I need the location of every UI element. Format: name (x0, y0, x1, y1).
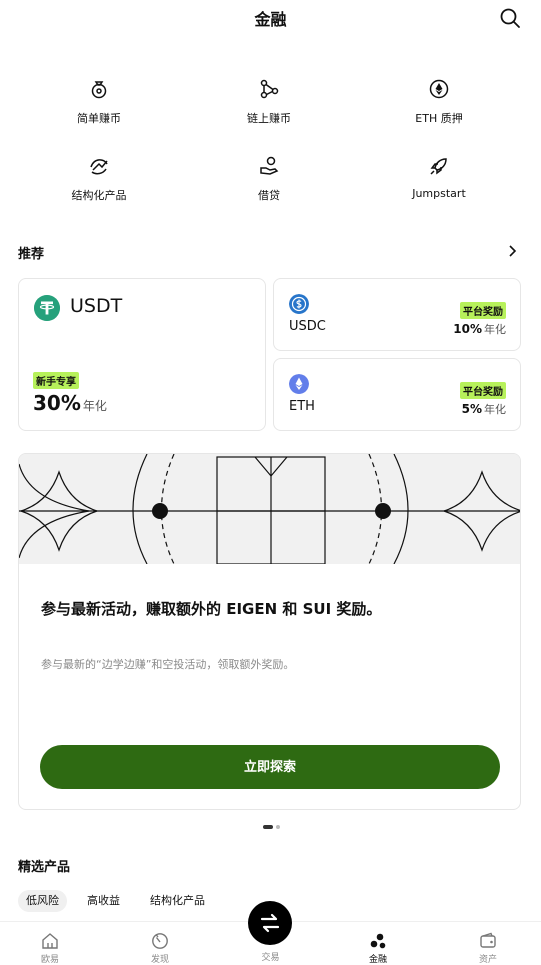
feature-onchain-earn[interactable]: 链上赚币 (184, 72, 354, 132)
carousel-dot[interactable] (276, 825, 280, 829)
wallet-icon (480, 932, 496, 948)
feature-label: ETH 质押 (415, 112, 463, 125)
carousel-dot-active[interactable] (263, 825, 273, 829)
promo-badge: 平台奖励 (460, 382, 506, 399)
feature-structured-products[interactable]: 结构化产品 (14, 149, 184, 209)
coin-name: ETH (289, 399, 315, 414)
rocket-icon (430, 158, 447, 175)
apy-number: 5% (461, 402, 482, 416)
page-title: 金融 (254, 10, 287, 29)
feature-label: 简单赚币 (77, 112, 121, 125)
apy-value: 10% 年化 (453, 321, 506, 337)
promo-banner: 参与最新活动，赚取额外的 EIGEN 和 SUI 奖励。 参与最新的“边学边赚”… (18, 453, 521, 810)
apy-unit: 年化 (82, 399, 107, 413)
section-title-selected: 精选产品 (18, 860, 71, 875)
discover-icon (152, 933, 168, 949)
loan-hand-icon (260, 156, 279, 175)
coin-name: USDC (289, 319, 326, 334)
apy-number: 10% (453, 322, 482, 336)
promo-illustration (19, 454, 520, 564)
ethereum-icon (429, 79, 449, 99)
tab-label-trade: 交易 (261, 953, 280, 963)
filter-chip-structured[interactable]: 结构化产品 (142, 890, 213, 912)
promo-title: 参与最新活动，赚取额外的 EIGEN 和 SUI 奖励。 (41, 600, 382, 618)
search-icon[interactable] (499, 7, 521, 29)
home-icon (42, 933, 58, 949)
apy-value: 30% 年化 (33, 391, 107, 415)
recommend-header[interactable]: 推荐 (18, 243, 523, 263)
product-card-usdt[interactable]: USDT 新手专享 30% 年化 (18, 278, 266, 431)
explore-now-button[interactable]: 立即探索 (40, 745, 500, 789)
filter-chip-high-yield[interactable]: 高收益 (79, 890, 128, 912)
section-title: 推荐 (18, 247, 45, 262)
coin-name: USDT (70, 295, 123, 317)
feature-simple-earn[interactable]: 简单赚币 (14, 72, 184, 132)
filter-chip-low-risk[interactable]: 低风险 (18, 890, 67, 912)
structured-product-icon (90, 159, 108, 175)
money-bag-icon (91, 81, 107, 99)
product-card-usdc[interactable]: USDC 平台奖励 10% 年化 (273, 278, 521, 351)
feature-jumpstart[interactable]: Jumpstart (354, 149, 524, 209)
feature-eth-staking[interactable]: ETH 质押 (354, 72, 524, 132)
swap-icon (260, 913, 280, 933)
feature-label: 结构化产品 (71, 189, 127, 202)
feature-label: 链上赚币 (247, 112, 291, 125)
product-card-eth[interactable]: ETH 平台奖励 5% 年化 (273, 358, 521, 431)
feature-label: Jumpstart (412, 187, 466, 200)
usdc-coin-icon (289, 294, 309, 314)
trade-fab-button[interactable] (248, 901, 292, 945)
apy-value: 5% 年化 (462, 401, 506, 417)
apy-unit: 年化 (484, 323, 506, 336)
eth-coin-icon (289, 374, 309, 394)
promo-description: 参与最新的“边学边赚”和空投活动，领取额外奖励。 (41, 658, 295, 671)
promo-badge: 新手专享 (33, 372, 79, 389)
feature-label: 借贷 (258, 189, 280, 202)
usdt-coin-icon (34, 295, 60, 321)
chevron-right-icon[interactable] (507, 245, 517, 257)
finance-dots-icon (370, 933, 386, 949)
chain-nodes-icon (260, 79, 279, 99)
apy-number: 30% (33, 391, 81, 415)
app-header: 金融 (0, 0, 541, 36)
feature-loan[interactable]: 借贷 (184, 149, 354, 209)
promo-badge: 平台奖励 (460, 302, 506, 319)
apy-unit: 年化 (484, 403, 506, 416)
